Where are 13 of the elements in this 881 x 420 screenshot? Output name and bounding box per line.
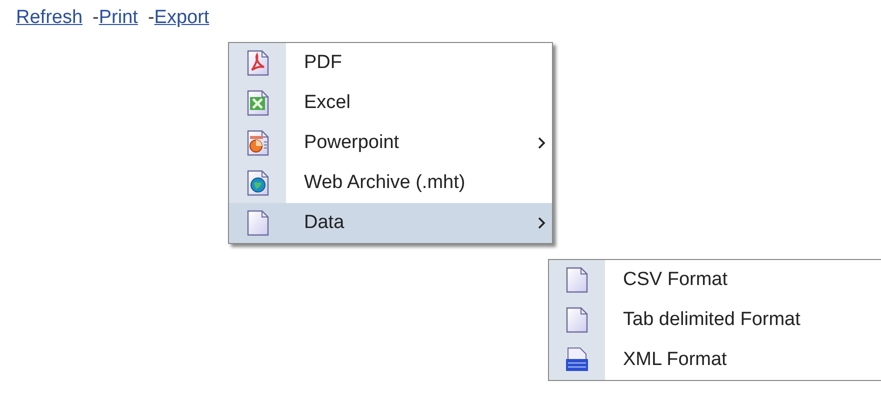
menu-item[interactable]: CSV Format xyxy=(549,260,881,300)
menu-item[interactable]: Tab delimited Format xyxy=(549,300,881,340)
menu-item[interactable]: XML Format xyxy=(549,340,881,380)
separator: - xyxy=(92,6,99,30)
menu-item[interactable]: Web Archive (.mht) xyxy=(229,163,552,203)
menu-item[interactable]: PDF xyxy=(229,43,552,83)
separator: - xyxy=(148,6,154,30)
toolbar-link[interactable]: Refresh xyxy=(16,4,83,32)
menu-item[interactable]: Data xyxy=(229,203,552,243)
menu-item[interactable]: Powerpoint xyxy=(229,123,552,163)
toolbar-link[interactable]: Export xyxy=(154,4,210,32)
menu-item[interactable]: Excel xyxy=(229,83,552,123)
toolbar-link[interactable]: Print xyxy=(98,4,138,32)
